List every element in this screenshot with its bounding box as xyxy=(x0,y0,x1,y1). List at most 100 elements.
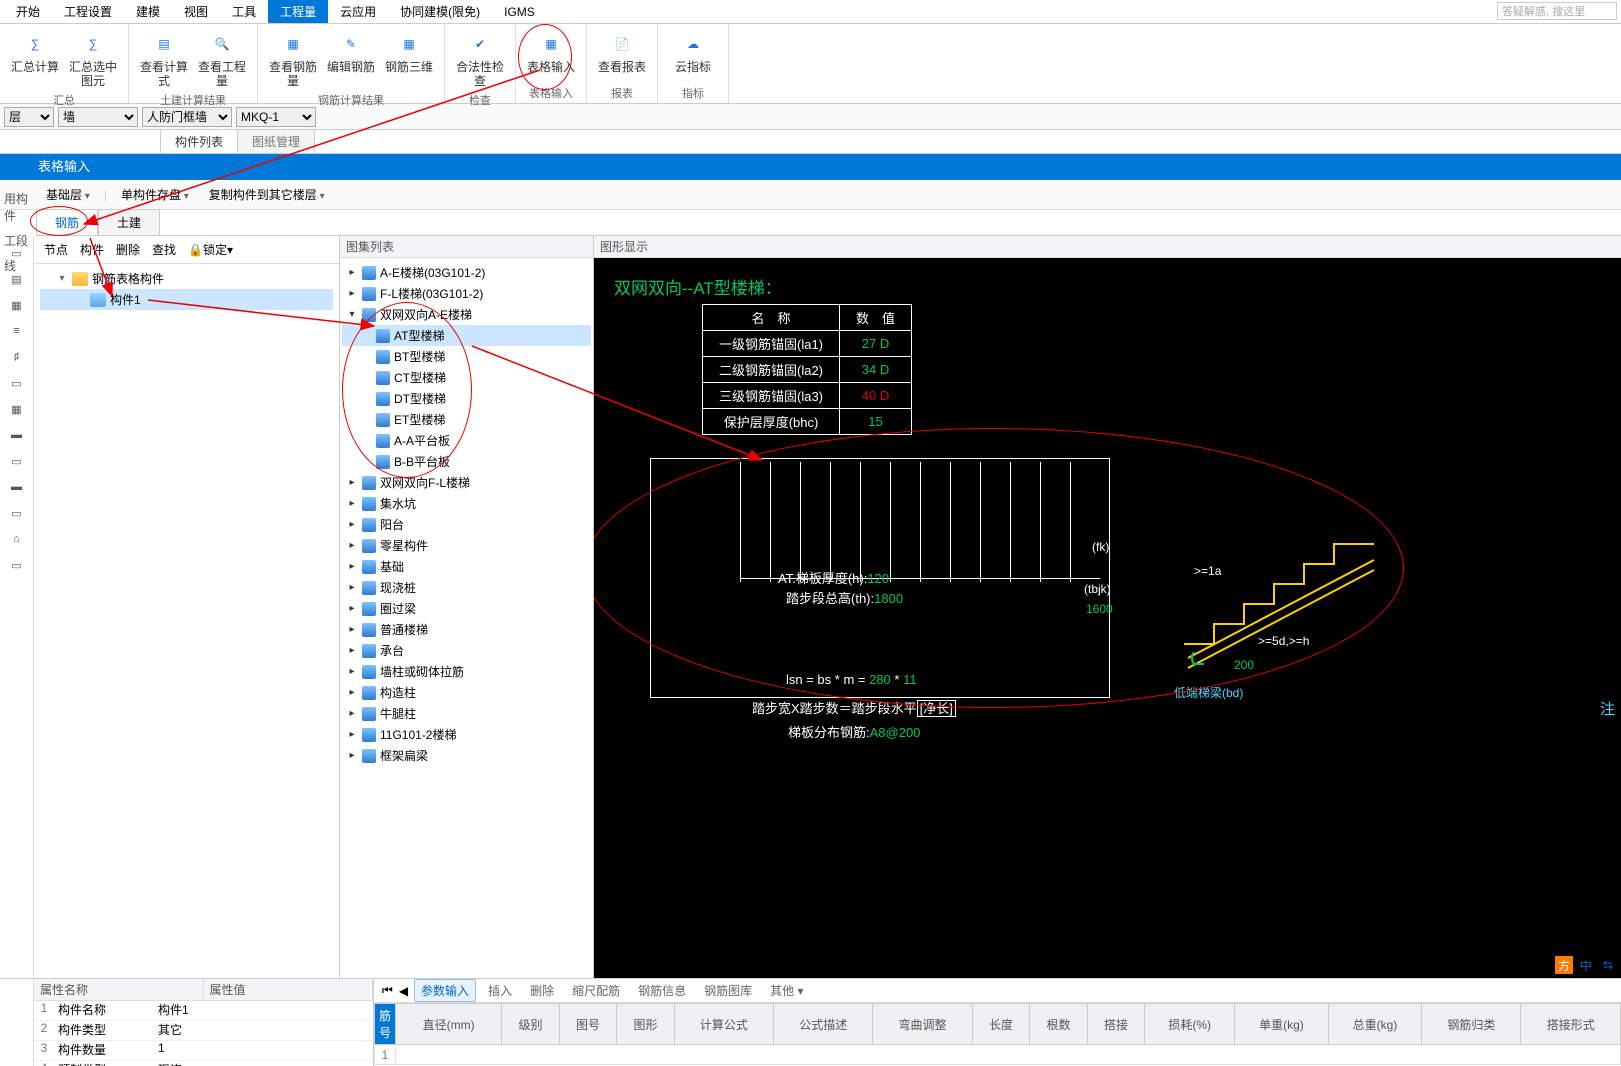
status-badge[interactable]: 方 xyxy=(1555,956,1573,974)
canvas[interactable]: 双网双向--AT型楼梯： 名 称数 值 一级钢筋锚固(la1)27 D 二级钢筋… xyxy=(594,258,1621,978)
rail-item[interactable]: ▬ xyxy=(6,424,28,446)
grid-column[interactable]: 长度 xyxy=(972,1004,1030,1045)
rail-item[interactable]: ▦ xyxy=(6,294,28,316)
atlas-item[interactable]: DT型楼梯 xyxy=(342,388,591,409)
param-input[interactable]: 参数输入 xyxy=(414,979,476,1002)
tb-node[interactable]: 节点 xyxy=(40,239,72,260)
tb-lock[interactable]: 🔒锁定▾ xyxy=(184,239,237,260)
rail-item[interactable]: ♯ xyxy=(6,346,28,368)
atlas-item[interactable]: ET型楼梯 xyxy=(342,409,591,430)
atlas-item[interactable]: ▸构造柱 xyxy=(342,682,591,703)
menu-proj[interactable]: 工程设置 xyxy=(52,0,124,23)
atlas-item[interactable]: ▸普通楼梯 xyxy=(342,619,591,640)
grid-column[interactable]: 总重(kg) xyxy=(1328,1004,1421,1045)
atlas-item[interactable]: ▸圈过梁 xyxy=(342,598,591,619)
atlas-item[interactable]: ▸双网双向F-L楼梯 xyxy=(342,472,591,493)
atlas-item[interactable]: ▸墙柱或砌体拉筋 xyxy=(342,661,591,682)
grid-column[interactable]: 搭接 xyxy=(1087,1004,1145,1045)
component-tree[interactable]: ▾钢筋表格构件 构件1 xyxy=(34,264,339,978)
tree-item[interactable]: 构件1 xyxy=(40,289,333,310)
rail-item[interactable]: ▬ xyxy=(6,476,28,498)
cloud-index[interactable]: ☁云指标 xyxy=(664,28,722,81)
grid-column[interactable]: 钢筋归类 xyxy=(1422,1004,1521,1045)
menu-view[interactable]: 视图 xyxy=(172,0,220,23)
type-select[interactable]: 人防门框墙 xyxy=(142,107,232,127)
menu-igms[interactable]: IGMS xyxy=(492,2,547,22)
grid-column[interactable]: 图形 xyxy=(617,1004,675,1045)
tb-delete[interactable]: 删除 xyxy=(112,239,144,260)
rail-item[interactable]: ▭ xyxy=(6,554,28,576)
grid-column[interactable]: 搭接形式 xyxy=(1521,1004,1621,1045)
subtab-rebar[interactable]: 钢筋 xyxy=(36,209,98,235)
atlas-item[interactable]: ▸框架扁梁 xyxy=(342,745,591,766)
nav-prev-icon[interactable]: ◀ xyxy=(399,984,408,998)
atlas-item[interactable]: ▸A-E楼梯(03G101-2) xyxy=(342,262,591,283)
grid-column[interactable]: 根数 xyxy=(1030,1004,1088,1045)
atlas-tree[interactable]: ▸A-E楼梯(03G101-2)▸F-L楼梯(03G101-2)▾双网双向A-E… xyxy=(340,258,593,978)
grid-column[interactable]: 直径(mm) xyxy=(396,1004,502,1045)
atlas-item[interactable]: ▸承台 xyxy=(342,640,591,661)
property-row[interactable]: 3构件数量1 xyxy=(34,1041,373,1061)
atlas-item[interactable]: ▸11G101-2楼梯 xyxy=(342,724,591,745)
atlas-item[interactable]: AT型楼梯 xyxy=(342,325,591,346)
atlas-item[interactable]: ▾双网双向A-E楼梯 xyxy=(342,304,591,325)
atlas-item[interactable]: ▸集水坑 xyxy=(342,493,591,514)
table-input[interactable]: ▦表格输入 xyxy=(522,28,580,81)
nav-first-icon[interactable]: ⏮ xyxy=(382,983,393,998)
subtab-civil[interactable]: 土建 xyxy=(98,209,160,235)
btn-other[interactable]: 其他 ▾ xyxy=(764,980,809,1001)
sum-selected[interactable]: ∑汇总选中图元 xyxy=(64,28,122,88)
grid-column[interactable]: 计算公式 xyxy=(674,1004,773,1045)
grid-column[interactable]: 弯曲调整 xyxy=(873,1004,972,1045)
grid-column[interactable]: 筋号 xyxy=(375,1004,396,1045)
atlas-item[interactable]: BT型楼梯 xyxy=(342,346,591,367)
atlas-item[interactable]: CT型楼梯 xyxy=(342,367,591,388)
ime-badge[interactable]: 中 xyxy=(1577,956,1595,974)
view-rebar-qty[interactable]: ▦查看钢筋量 xyxy=(264,28,322,88)
atlas-item[interactable]: ▸现浇桩 xyxy=(342,577,591,598)
edit-rebar[interactable]: ✎编辑钢筋 xyxy=(322,28,380,88)
rail-item[interactable]: ▭ xyxy=(6,372,28,394)
tab-component-list[interactable]: 构件列表 xyxy=(160,129,238,153)
view-qty[interactable]: 🔍查看工程量 xyxy=(193,28,251,88)
atlas-item[interactable]: A-A平台板 xyxy=(342,430,591,451)
tb-base-floor[interactable]: 基础层 xyxy=(40,184,96,205)
rebar-grid[interactable]: 筋号直径(mm)级别图号图形计算公式公式描述弯曲调整长度根数搭接损耗(%)单重(… xyxy=(374,1003,1621,1066)
sum-calc[interactable]: ∑汇总计算 xyxy=(6,28,64,88)
tab-drawing-mgr[interactable]: 图纸管理 xyxy=(237,129,315,153)
property-row[interactable]: 1构件名称构件1 xyxy=(34,1001,373,1021)
tb-find[interactable]: 查找 xyxy=(148,239,180,260)
rail-item[interactable]: ▭ xyxy=(6,502,28,524)
btn-info[interactable]: 钢筋信息 xyxy=(632,980,692,1001)
property-row[interactable]: 2构件类型其它 xyxy=(34,1021,373,1041)
grid-column[interactable]: 图号 xyxy=(559,1004,617,1045)
menu-quantity[interactable]: 工程量 xyxy=(268,0,328,23)
atlas-item[interactable]: B-B平台板 xyxy=(342,451,591,472)
grid-column[interactable]: 损耗(%) xyxy=(1145,1004,1235,1045)
atlas-item[interactable]: ▸F-L楼梯(03G101-2) xyxy=(342,283,591,304)
grid-column[interactable]: 级别 xyxy=(502,1004,560,1045)
atlas-item[interactable]: ▸阳台 xyxy=(342,514,591,535)
btn-insert[interactable]: 插入 xyxy=(482,980,518,1001)
rail-item[interactable]: ▦ xyxy=(6,398,28,420)
rebar-3d[interactable]: ▦钢筋三维 xyxy=(380,28,438,88)
btn-delete[interactable]: 删除 xyxy=(524,980,560,1001)
rail-item[interactable]: ▭ xyxy=(6,450,28,472)
view-report[interactable]: 📄查看报表 xyxy=(593,28,651,81)
tb-copy-to-floor[interactable]: 复制构件到其它楼层 xyxy=(203,184,331,205)
tb-component[interactable]: 构件 xyxy=(76,239,108,260)
rail-item[interactable]: ≡ xyxy=(6,320,28,342)
grid-column[interactable]: 单重(kg) xyxy=(1235,1004,1328,1045)
tree-root[interactable]: ▾钢筋表格构件 xyxy=(40,268,333,289)
rail-item[interactable]: ⌂ xyxy=(6,528,28,550)
view-formula[interactable]: ▤查看计算式 xyxy=(135,28,193,88)
btn-scale[interactable]: 缩尺配筋 xyxy=(566,980,626,1001)
menu-tools[interactable]: 工具 xyxy=(220,0,268,23)
tb-save-single[interactable]: 单构件存盘 xyxy=(115,184,195,205)
btn-library[interactable]: 钢筋图库 xyxy=(698,980,758,1001)
floor-select[interactable]: 层 xyxy=(4,107,54,127)
sync-icon[interactable]: ⇆ xyxy=(1599,956,1617,974)
menu-model[interactable]: 建模 xyxy=(124,0,172,23)
menu-cloud[interactable]: 云应用 xyxy=(328,0,388,23)
comp-select[interactable]: MKQ-1 xyxy=(236,107,316,127)
